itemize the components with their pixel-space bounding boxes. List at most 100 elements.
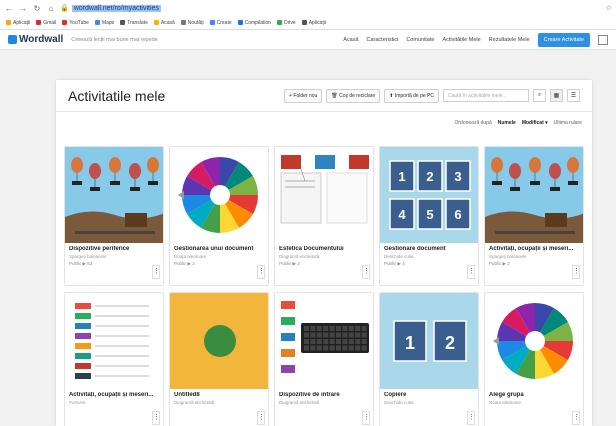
more-options-icon[interactable]: ⋮	[572, 411, 580, 425]
search-input[interactable]: Caută în activitățile mele...	[443, 89, 529, 102]
activity-card[interactable]: Activități, ocupații și meseri... Sparge…	[484, 146, 584, 286]
activity-stats: Public ▶ 2	[489, 261, 510, 266]
more-options-icon[interactable]: ⋮	[152, 411, 160, 425]
bookmark-item[interactable]: Aplicații	[6, 20, 30, 26]
recycle-bin-button[interactable]: 🗑 Coș de reciclare	[326, 88, 381, 103]
bookmark-item[interactable]: Compilation	[237, 20, 271, 26]
activity-meta: Untitled8 Diagramă etichetată	[170, 389, 268, 410]
bookmark-item[interactable]: Acasă	[153, 20, 175, 26]
activity-type: Spargeți baloanele	[489, 254, 527, 259]
bookmark-icon	[277, 20, 283, 25]
activity-name[interactable]: Dispozitive de intrare	[279, 392, 369, 398]
bookmark-item[interactable]: Aplicații	[301, 20, 326, 26]
address-bar: ← → ↻ ⌂ 🔒 wordwall.net/ro/myactivities ☆	[0, 0, 616, 16]
star-icon[interactable]: ☆	[606, 4, 612, 12]
activity-name[interactable]: Dispozitive periferice	[69, 246, 159, 252]
activity-meta: Gestionare document Deschide cutia Publi…	[380, 243, 478, 270]
more-options-icon[interactable]: ⋮	[467, 265, 475, 279]
activity-name[interactable]: Alege grupa	[489, 392, 579, 398]
more-options-icon[interactable]: ⋮	[572, 265, 580, 279]
more-options-icon[interactable]: ⋮	[257, 265, 265, 279]
more-options-icon[interactable]: ⋮	[257, 411, 265, 425]
activity-type: Diagramă etichetată	[174, 400, 215, 405]
activity-card[interactable]: 1 2 3 4 5 6 Gestionare document Deschide cuti…	[379, 146, 479, 286]
nav-my-results[interactable]: Rezultatele Mele	[489, 37, 530, 43]
activity-thumbnail[interactable]	[170, 293, 268, 389]
activity-thumbnail[interactable]	[275, 293, 373, 389]
activity-name[interactable]: Gestionare document	[384, 246, 474, 252]
more-options-icon[interactable]: ⋮	[362, 265, 370, 279]
more-options-icon[interactable]: ⋮	[467, 411, 475, 425]
activity-thumbnail[interactable]	[485, 293, 583, 389]
list-view-icon[interactable]: ☰	[567, 89, 580, 102]
activity-thumbnail[interactable]	[65, 147, 163, 243]
sort-label: Ordonează după	[454, 120, 492, 126]
bookmark-item[interactable]: Noutăți	[180, 20, 204, 26]
bookmark-icon	[209, 20, 215, 25]
back-icon[interactable]: ←	[4, 4, 14, 13]
url-field[interactable]: 🔒 wordwall.net/ro/myactivities	[60, 4, 161, 12]
site-logo[interactable]: Wordwall	[8, 34, 63, 45]
sort-by-last-run[interactable]: Ultima rulare	[554, 120, 582, 126]
sort-by-name[interactable]: Numele	[498, 120, 516, 126]
create-activity-button[interactable]: Creare Activitate	[537, 32, 590, 47]
bookmark-item[interactable]: Gmail	[36, 20, 56, 26]
activity-card[interactable]: 12 Copiere Deschide cutia ⋮	[379, 292, 479, 426]
activity-thumbnail[interactable]	[485, 147, 583, 243]
activity-card[interactable]: Alege grupa Roata aleatoare ⋮	[484, 292, 584, 426]
activity-name[interactable]: Estetica Documentului	[279, 246, 369, 252]
search-icon[interactable]: ⌕	[533, 89, 546, 102]
bookmark-item[interactable]: Translate	[120, 20, 148, 26]
nav-features[interactable]: Caracteristici	[367, 37, 399, 43]
activity-name[interactable]: Untitled8	[174, 392, 264, 398]
sort-by-modified[interactable]: Modificat ▾	[522, 120, 548, 126]
activity-thumbnail[interactable]: 1 2 3 4 5 6	[380, 147, 478, 243]
activity-meta: Alege grupa Roata aleatoare	[485, 389, 583, 410]
new-folder-button[interactable]: + Folder nou	[284, 88, 323, 103]
activity-name[interactable]: Gestionarea unui document	[174, 246, 264, 252]
activity-stats: Public ▶ 4	[384, 261, 405, 266]
bookmark-item[interactable]: Drive	[277, 20, 296, 26]
activity-thumbnail[interactable]	[275, 147, 373, 243]
activity-type: Roata aleatoare	[489, 400, 522, 405]
account-icon[interactable]	[598, 34, 608, 45]
activity-stats: Public ▶ 2	[174, 261, 195, 266]
site-nav: Acasă Caracteristici Comunitate Activită…	[343, 32, 608, 47]
activity-meta: Estetica Documentului Diagramă etichetat…	[275, 243, 373, 270]
activity-type: Diagramă etichetată	[279, 400, 320, 405]
activity-card[interactable]: Gestionarea unui document Roata aleatoar…	[169, 146, 269, 286]
activity-meta: Dispozitive periferice Spargeți baloanel…	[65, 243, 163, 270]
activity-name[interactable]: Copiere	[384, 392, 474, 398]
home-icon[interactable]: ⌂	[46, 4, 56, 13]
reload-icon[interactable]: ↻	[32, 4, 42, 13]
nav-my-activities[interactable]: Activitățile Mele	[442, 37, 480, 43]
more-options-icon[interactable]: ⋮	[362, 411, 370, 425]
grid-view-icon[interactable]: ▦	[550, 89, 563, 102]
activities-panel: Activitatile mele + Folder nou 🗑 Coș de …	[56, 80, 592, 426]
svg-text:3: 3	[454, 169, 461, 184]
bookmark-item[interactable]: Maps	[94, 20, 114, 26]
svg-text:1: 1	[398, 169, 405, 184]
activity-card[interactable]: Activități, ocupații și meseri... Potriv…	[64, 292, 164, 426]
nav-home[interactable]: Acasă	[343, 37, 358, 43]
activity-name[interactable]: Activități, ocupații și meseri...	[489, 246, 579, 252]
import-button[interactable]: ⬆ Importă de pe PC	[384, 88, 439, 103]
svg-text:5: 5	[426, 207, 433, 222]
sort-bar: Ordonează după Numele Modificat ▾ Ultima…	[56, 112, 592, 134]
activity-card[interactable]: Dispozitive periferice Spargeți baloanel…	[64, 146, 164, 286]
activity-thumbnail[interactable]	[170, 147, 268, 243]
activity-card[interactable]: Dispozitive de intrare Diagramă eticheta…	[274, 292, 374, 426]
bookmark-icon	[301, 20, 307, 25]
forward-icon[interactable]: →	[18, 4, 28, 13]
activity-name[interactable]: Activități, ocupații și meseri...	[69, 392, 159, 398]
nav-community[interactable]: Comunitate	[406, 37, 434, 43]
bookmark-item[interactable]: Create	[209, 20, 232, 26]
activity-type: Potrivire	[69, 400, 86, 405]
activity-card[interactable]: Untitled8 Diagramă etichetată ⋮	[169, 292, 269, 426]
more-options-icon[interactable]: ⋮	[152, 265, 160, 279]
activity-meta: Copiere Deschide cutia	[380, 389, 478, 410]
activity-thumbnail[interactable]: 12	[380, 293, 478, 389]
activity-card[interactable]: Estetica Documentului Diagramă etichetat…	[274, 146, 374, 286]
activity-thumbnail[interactable]	[65, 293, 163, 389]
bookmark-item[interactable]: YouTube	[62, 20, 89, 26]
